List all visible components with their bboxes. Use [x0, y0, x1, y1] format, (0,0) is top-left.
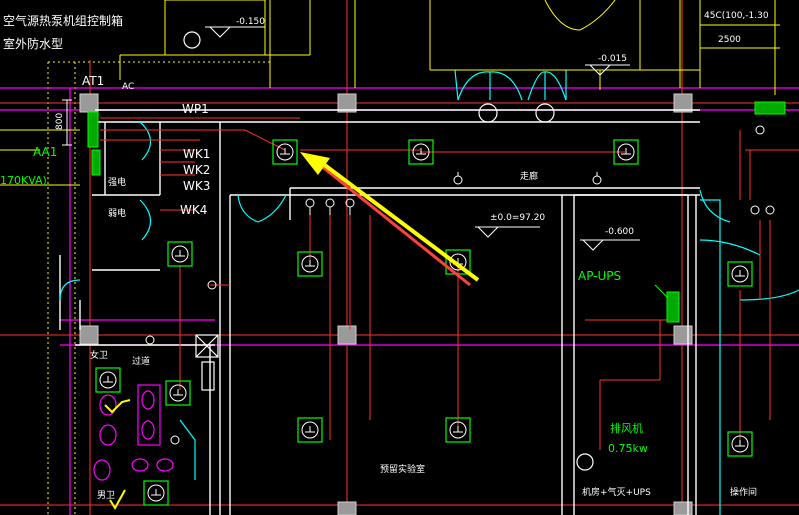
level-base-label: ±0.0=97.20 — [490, 213, 545, 223]
room-weak-label: 弱电 — [108, 207, 126, 219]
panel-title-2: 室外防水型 — [3, 36, 63, 51]
light-fixture[interactable] — [167, 241, 193, 267]
floor-plan-svg: 空气源热泵机组控制箱 室外防水型 AT1 AC AA1 170KVA) 800 … — [0, 0, 799, 515]
pipe-spec-label: 45C(100,-1.30 — [704, 11, 769, 21]
light-fixture[interactable] — [95, 367, 121, 393]
light-fixture[interactable] — [297, 251, 323, 277]
wk1-label: WK1 — [183, 147, 210, 161]
light-fixture[interactable] — [445, 417, 471, 443]
light-fixture[interactable] — [408, 139, 434, 165]
wp1-label: WP1 — [182, 102, 209, 116]
fan-power-label: 0.75kw — [608, 442, 648, 455]
text-labels: 空气源热泵机组控制箱 室外防水型 AT1 AC AA1 170KVA) 800 … — [0, 11, 769, 501]
ceiling-switches — [145, 125, 775, 445]
light-fixture[interactable] — [613, 139, 639, 165]
light-fixture[interactable] — [272, 139, 298, 165]
light-fixture[interactable] — [143, 480, 169, 506]
machine-room-label: 机房+气灭+UPS — [582, 486, 651, 498]
cad-drawing-canvas[interactable]: 空气源热泵机组控制箱 室外防水型 AT1 AC AA1 170KVA) 800 … — [0, 0, 799, 515]
level-mid-label: -0.015 — [598, 54, 627, 64]
operation-room-label: 操作间 — [730, 486, 757, 498]
fan-name-label: 排风机 — [610, 421, 643, 435]
ac-label: AC — [122, 82, 134, 92]
pointer-arrow — [300, 152, 480, 287]
passage-label: 过道 — [132, 355, 150, 367]
sanitary-fixtures — [93, 334, 219, 481]
wk4-label: WK4 — [180, 203, 207, 217]
motor-symbols — [183, 31, 594, 471]
kva-label: 170KVA) — [0, 174, 47, 187]
wk3-label: WK3 — [183, 179, 210, 193]
aa1-label: AA1 — [33, 145, 57, 159]
light-fixture[interactable] — [297, 417, 323, 443]
light-fixture[interactable] — [727, 261, 753, 287]
lab-room-label: 预留实验室 — [380, 463, 425, 475]
wk2-label: WK2 — [183, 163, 210, 177]
room-strong-label: 强电 — [108, 176, 126, 188]
panel-title-1: 空气源热泵机组控制箱 — [3, 13, 123, 28]
ap-ups-label: AP-UPS — [578, 269, 621, 283]
level-top-label: -0.150 — [236, 17, 265, 27]
female-wc-label: 女卫 — [90, 349, 108, 361]
male-wc-label: 男卫 — [97, 490, 115, 501]
walls — [59, 109, 700, 515]
dim-2500-label: 2500 — [718, 35, 741, 45]
structural-columns — [79, 93, 693, 515]
light-fixture[interactable] — [727, 431, 753, 457]
level-right-label: -0.600 — [605, 227, 634, 237]
dim-800-label: 800 — [55, 113, 65, 130]
corridor-label: 走廊 — [520, 170, 538, 182]
at1-label: AT1 — [82, 74, 104, 88]
light-fixture[interactable] — [165, 380, 191, 406]
